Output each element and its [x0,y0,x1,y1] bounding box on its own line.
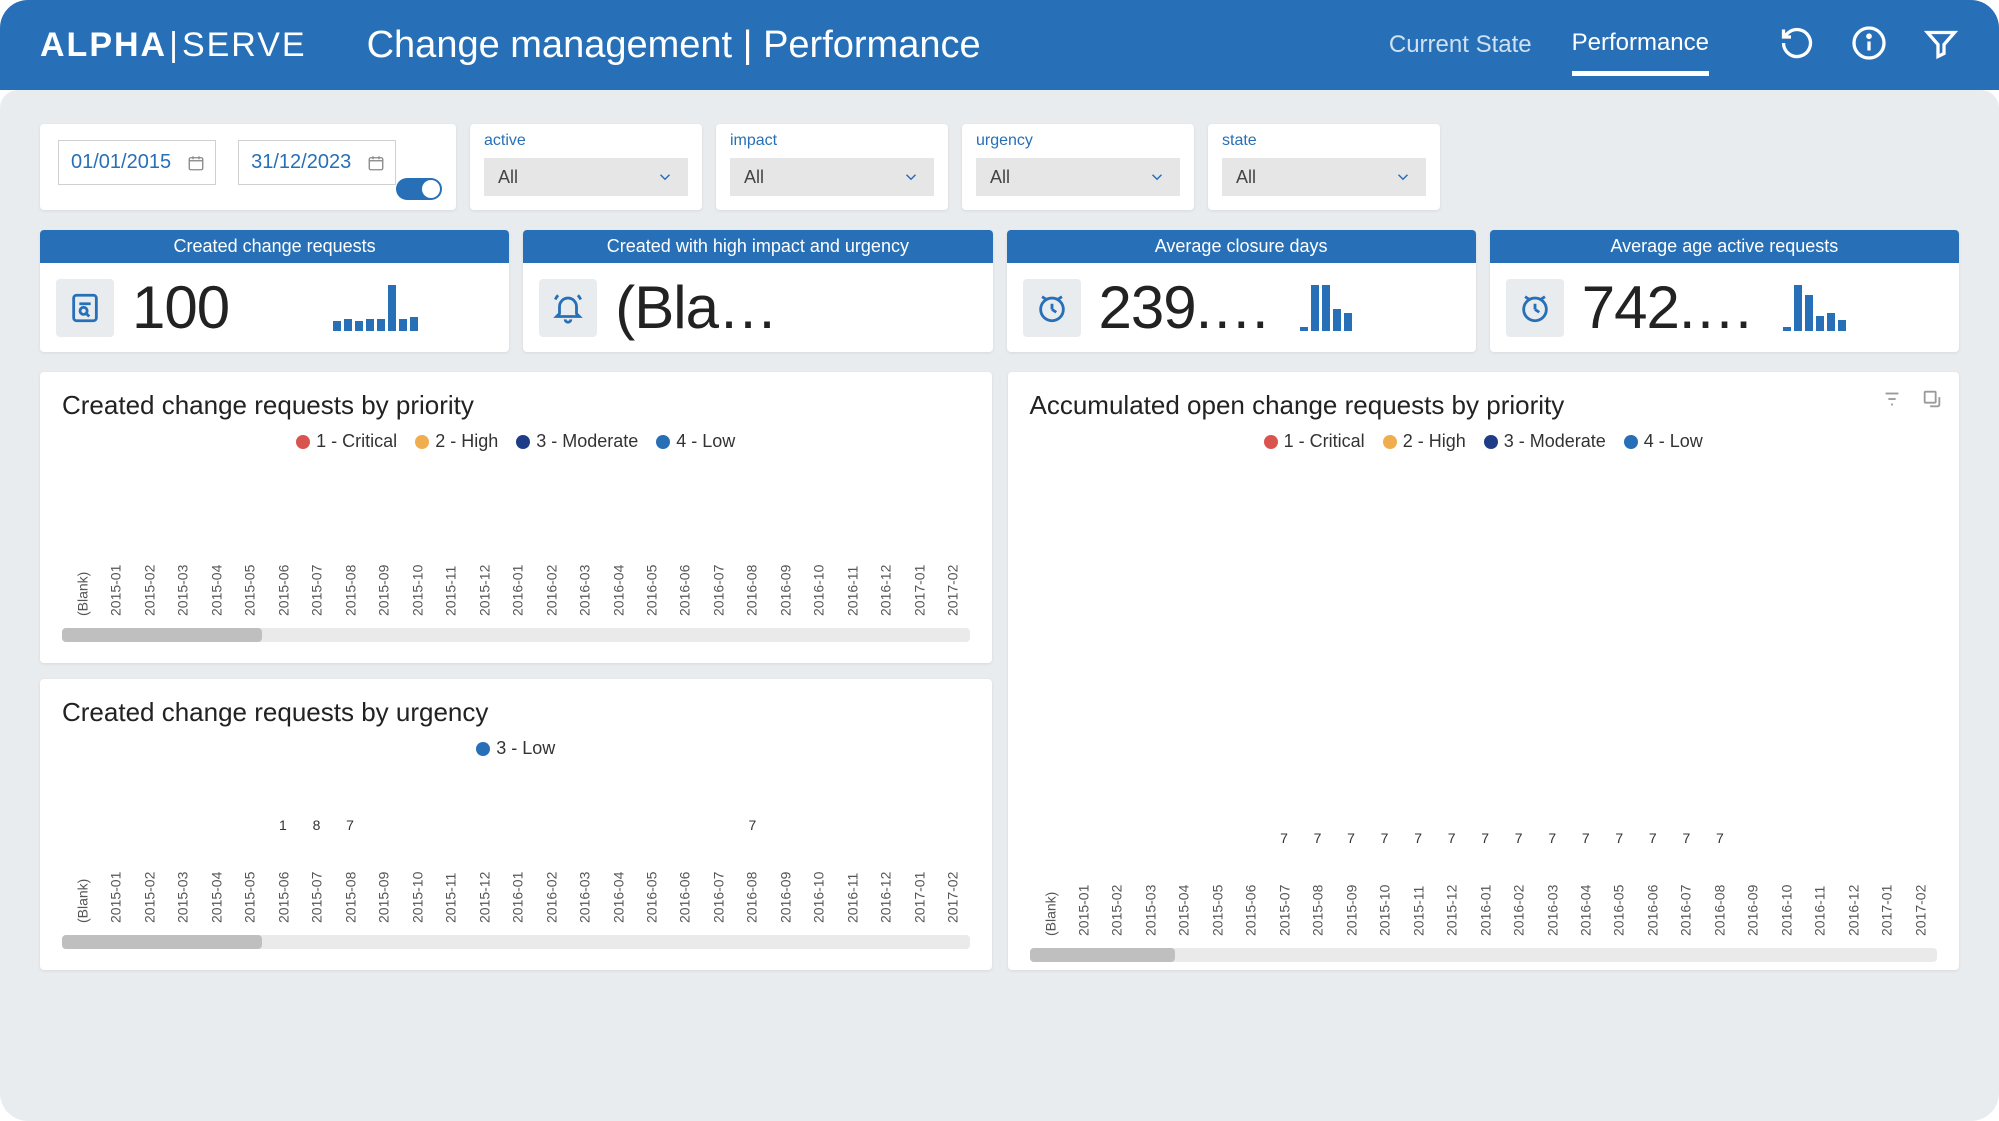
kpi-value: 239.… [1099,273,1271,342]
kpi-title: Average closure days [1007,230,1476,263]
date-toggle[interactable] [396,178,442,200]
filter-label: urgency [976,132,1180,150]
clock-icon [1506,279,1564,337]
chevron-down-icon [1148,168,1166,186]
filter-icon[interactable] [1923,25,1959,66]
kpi-sparkline [333,285,493,331]
document-icon [56,279,114,337]
kpi-age: Average age active requests 742.… [1490,230,1959,352]
nav-performance[interactable]: Performance [1572,29,1709,76]
filter-label: active [484,132,688,150]
filter-active: active All [470,124,702,210]
kpi-value: 742.… [1582,273,1754,342]
focus-mode-icon[interactable] [1921,388,1943,415]
filter-label: state [1222,132,1426,150]
kpi-row: Created change requests 100 Created with… [40,230,1959,352]
dropdown-active[interactable]: All [484,158,688,196]
chart-scrollbar[interactable] [62,628,970,642]
clock-icon [1023,279,1081,337]
chevron-down-icon [902,168,920,186]
app-header: ALPHA|SERVE Change management | Performa… [0,0,1999,90]
chart-title: Created change requests by priority [62,390,970,421]
kpi-high-impact: Created with high impact and urgency (Bl… [523,230,992,352]
kpi-title: Created with high impact and urgency [523,230,992,263]
chart-xaxis: (Blank)2015-012015-022015-032015-042015-… [62,530,970,620]
calendar-icon [187,154,205,172]
chart-plot: 1877 [62,767,970,837]
filter-impact: impact All [716,124,948,210]
filter-state: state All [1208,124,1440,210]
chart-legend: 1 - Critical2 - High3 - Moderate4 - Low [1030,431,1938,452]
filter-row: 01/01/2015 31/12/2023 active All impact … [40,124,1959,210]
page-title: Change management | Performance [367,24,981,67]
calendar-icon [367,154,385,172]
chevron-down-icon [656,168,674,186]
kpi-title: Created change requests [40,230,509,263]
chart-plot: 77777777777777 [1030,460,1938,850]
date-range-card: 01/01/2015 31/12/2023 [40,124,456,210]
nav-current-state[interactable]: Current State [1389,31,1532,73]
chart-title: Created change requests by urgency [62,697,970,728]
chart-title: Accumulated open change requests by prio… [1030,390,1938,421]
chart-by-priority: Created change requests by priority 1 - … [40,372,992,663]
dropdown-impact[interactable]: All [730,158,934,196]
chart-legend: 3 - Low [62,738,970,759]
dropdown-urgency[interactable]: All [976,158,1180,196]
chevron-down-icon [1394,168,1412,186]
bell-icon [539,279,597,337]
kpi-sparkline [1300,285,1460,331]
kpi-value: (Bla… [615,273,777,342]
filter-label: impact [730,132,934,150]
date-start-input[interactable]: 01/01/2015 [58,140,216,185]
kpi-closure: Average closure days 239.… [1007,230,1476,352]
refresh-icon[interactable] [1779,25,1815,66]
filter-small-icon[interactable] [1881,388,1903,415]
kpi-title: Average age active requests [1490,230,1959,263]
filter-urgency: urgency All [962,124,1194,210]
chart-accumulated: Accumulated open change requests by prio… [1008,372,1960,970]
page-body: 01/01/2015 31/12/2023 active All impact … [0,90,1999,1121]
kpi-created: Created change requests 100 [40,230,509,352]
header-actions [1779,25,1959,66]
info-icon[interactable] [1851,25,1887,66]
chart-xaxis: (Blank)2015-012015-022015-032015-042015-… [1030,850,1938,940]
chart-by-urgency: Created change requests by urgency 3 - L… [40,679,992,970]
dropdown-state[interactable]: All [1222,158,1426,196]
top-nav: Current State Performance [1389,15,1709,76]
chart-legend: 1 - Critical2 - High3 - Moderate4 - Low [62,431,970,452]
brand-logo: ALPHA|SERVE [40,26,307,65]
chart-scrollbar[interactable] [1030,948,1938,962]
chart-grid: Created change requests by priority 1 - … [40,372,1959,970]
chart-xaxis: (Blank)2015-012015-022015-032015-042015-… [62,837,970,927]
date-end-input[interactable]: 31/12/2023 [238,140,396,185]
chart-plot [62,460,970,530]
kpi-value: 100 [132,273,229,342]
kpi-sparkline [1783,285,1943,331]
chart-scrollbar[interactable] [62,935,970,949]
